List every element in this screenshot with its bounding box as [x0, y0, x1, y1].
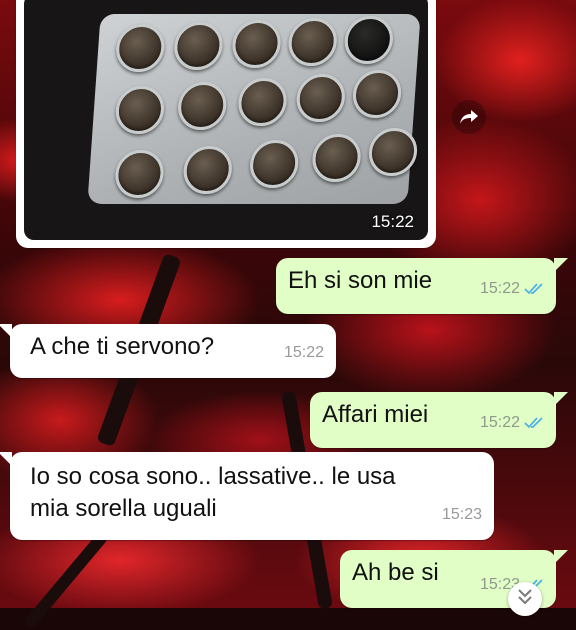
bubble-tail: [554, 550, 568, 564]
message-text: Affari miei: [322, 401, 429, 428]
pill: [113, 150, 166, 198]
blister-pack: [87, 14, 421, 204]
pill: [114, 86, 166, 134]
message-meta: 15:23: [442, 500, 482, 530]
read-receipt-icon: [524, 417, 543, 429]
message-text: Eh si son mie: [288, 267, 433, 294]
pill: [287, 18, 339, 66]
pill: [172, 22, 225, 70]
bubble-tail: [0, 324, 12, 338]
message-meta: 15:22: [480, 274, 544, 304]
empty-pill-slot: [343, 16, 395, 64]
message-time: 15:22: [371, 212, 414, 231]
outgoing-message[interactable]: Eh si son mie 15:22: [276, 258, 556, 314]
bubble-tail: [0, 452, 12, 466]
pill: [182, 146, 234, 194]
pill: [310, 134, 363, 182]
pill: [114, 24, 166, 72]
pill: [230, 20, 283, 68]
outgoing-message[interactable]: Affari miei 15:22: [310, 392, 556, 448]
scroll-to-bottom-button[interactable]: [508, 582, 542, 616]
incoming-message[interactable]: Io so cosa sono.. lassative.. le usa mia…: [10, 452, 494, 540]
chevron-double-down-icon: [518, 589, 532, 605]
pill: [295, 74, 347, 122]
message-time: 15:22: [283, 344, 324, 361]
pill: [248, 140, 300, 188]
message-text: A che ti servono?: [30, 333, 215, 360]
pill: [176, 82, 228, 130]
blister-pack-photo[interactable]: 15:22: [24, 0, 428, 240]
share-arrow-icon: [460, 110, 478, 124]
forward-button[interactable]: [452, 100, 486, 134]
bubble-tail: [554, 258, 568, 272]
pill: [367, 128, 419, 176]
incoming-message[interactable]: A che ti servono? 15:22: [10, 324, 336, 378]
message-meta: 15:22: [284, 338, 324, 368]
image-message[interactable]: 15:22: [16, 0, 436, 248]
bubble-tail: [554, 392, 568, 406]
message-time: 15:22: [479, 280, 520, 297]
message-meta: 15:22: [480, 408, 544, 438]
message-text: Ah be si: [352, 559, 439, 586]
read-receipt-icon: [524, 283, 543, 295]
pill: [351, 70, 403, 118]
message-time: 15:22: [479, 414, 520, 431]
pill: [236, 78, 289, 126]
message-time: 15:23: [441, 506, 482, 523]
message-text-line-2: mia sorella uguali: [30, 495, 217, 522]
message-text-line-1: Io so cosa sono.. lassative.. le usa: [30, 463, 396, 490]
